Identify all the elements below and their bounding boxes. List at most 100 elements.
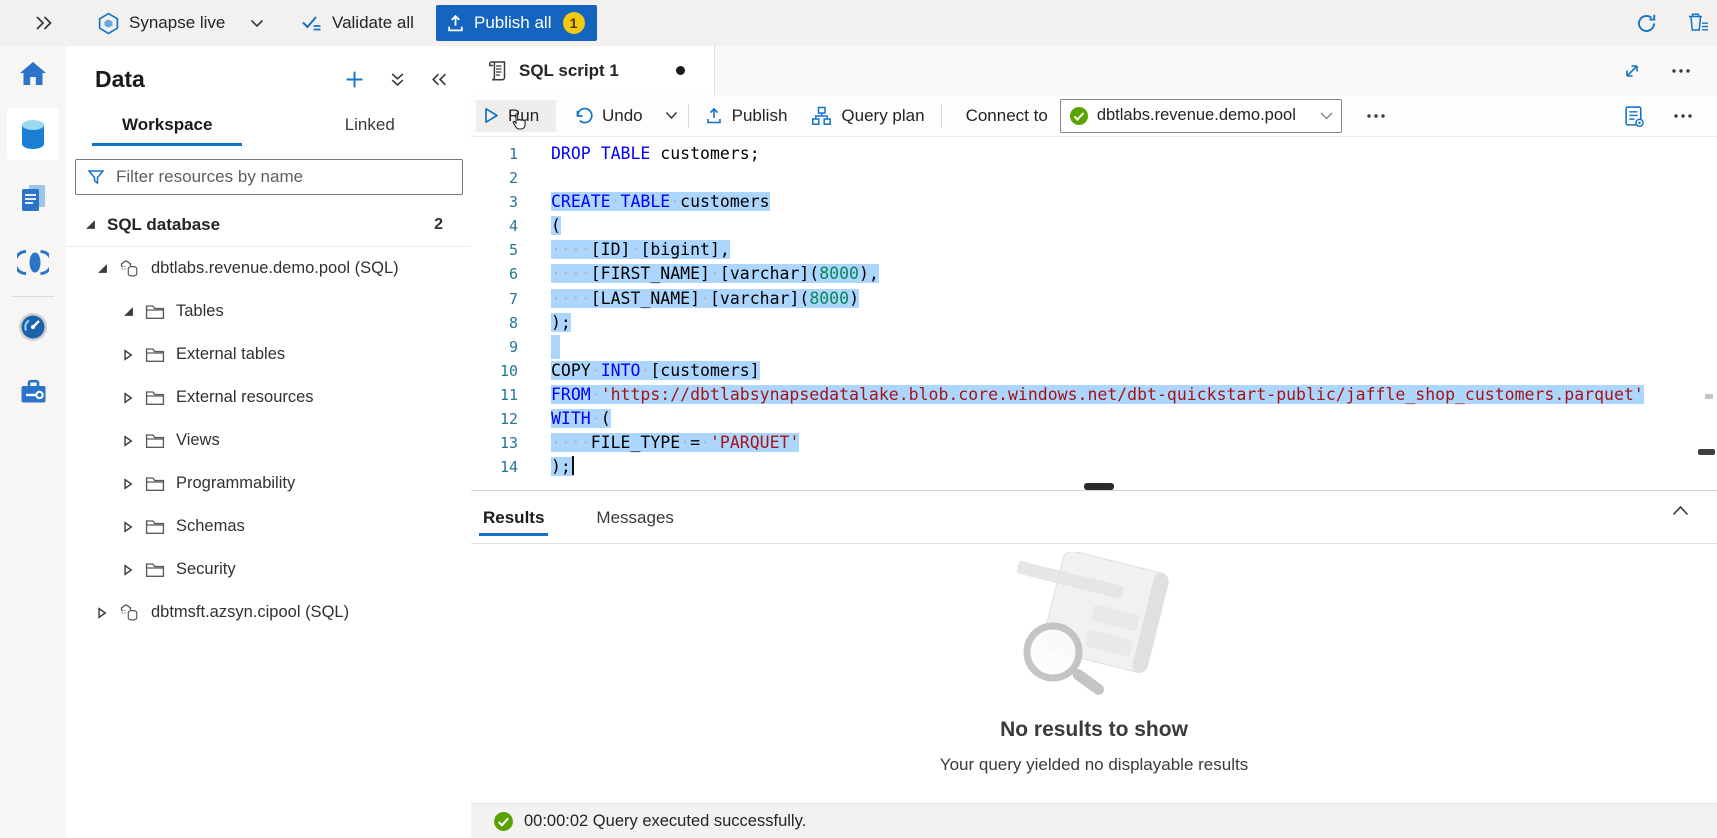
code-line[interactable]: 11FROM·'https://dbtlabsynapsedatalake.bl…	[471, 383, 1717, 407]
tree-item[interactable]: dbtlabs.revenue.demo.pool (SQL)	[66, 247, 471, 290]
collapse-results-icon[interactable]	[1666, 504, 1695, 517]
empty-results-subtitle: Your query yielded no displayable result…	[940, 755, 1248, 775]
tab-messages[interactable]: Messages	[592, 492, 677, 543]
tree-item-label: dbtlabs.revenue.demo.pool (SQL)	[151, 259, 399, 278]
tab-sql-script[interactable]: SQL script 1	[471, 46, 715, 95]
run-button[interactable]: Run	[476, 100, 556, 132]
run-play-icon	[484, 107, 499, 124]
run-label: Run	[508, 106, 539, 126]
connect-more-icon[interactable]	[1364, 111, 1388, 121]
expand-node-icon[interactable]	[122, 521, 134, 533]
tree-item[interactable]: External tables	[66, 333, 471, 376]
code-line[interactable]: 1DROP TABLE customers;	[471, 142, 1717, 166]
results-empty-state: No results to show Your query yielded no…	[471, 544, 1717, 803]
line-number: 12	[471, 407, 518, 431]
code-editor[interactable]: 1DROP TABLE customers;23CREATE·TABLE·cus…	[471, 137, 1717, 489]
collapse-panel-icon[interactable]	[429, 70, 449, 89]
home-icon[interactable]	[7, 47, 59, 99]
publish-label: Publish	[732, 106, 788, 126]
tree-item-label: Views	[176, 431, 220, 450]
expand-panel-icon[interactable]	[32, 0, 56, 46]
line-number: 9	[471, 335, 518, 359]
tree-item-label: Programmability	[176, 474, 295, 493]
expand-node-icon[interactable]	[122, 435, 134, 447]
code-line[interactable]: 5····[ID]·[bigint],	[471, 238, 1717, 262]
tree-item-label: External tables	[176, 345, 285, 364]
code-line[interactable]: 4(	[471, 214, 1717, 238]
develop-icon[interactable]	[7, 172, 59, 224]
line-number: 4	[471, 214, 518, 238]
tree-item[interactable]: Security	[66, 548, 471, 591]
code-line[interactable]: 14);	[471, 455, 1717, 479]
expand-node-icon[interactable]	[122, 392, 134, 404]
tree-item-label: Schemas	[176, 517, 245, 536]
tree-item-count: 2	[434, 216, 443, 234]
folder-icon	[145, 390, 165, 406]
editor-scrollbar[interactable]	[1698, 449, 1715, 455]
splitter-handle[interactable]	[1084, 483, 1114, 490]
tab-results[interactable]: Results	[479, 492, 548, 543]
properties-icon[interactable]	[1622, 103, 1647, 130]
expand-editor-icon[interactable]	[1621, 60, 1643, 82]
tree-item[interactable]: SQL database2	[66, 203, 471, 247]
undo-button[interactable]: Undo	[566, 100, 651, 132]
folder-icon	[145, 519, 165, 535]
tree-item[interactable]: External resources	[66, 376, 471, 419]
expand-node-icon[interactable]	[122, 478, 134, 490]
code-line[interactable]: 13····FILE_TYPE·=·'PARQUET'	[471, 431, 1717, 455]
integrate-icon[interactable]	[7, 236, 59, 288]
panel-title: Data	[95, 66, 145, 93]
success-check-icon	[493, 811, 514, 832]
tree-item[interactable]: dbtmsft.azsyn.cipool (SQL)	[66, 591, 471, 634]
code-line[interactable]: 2	[471, 166, 1717, 190]
expand-node-icon[interactable]	[122, 349, 134, 361]
publish-icon	[705, 107, 723, 125]
code-line[interactable]: 12WITH·(	[471, 407, 1717, 431]
refresh-icon[interactable]	[1633, 0, 1660, 46]
editor-more-actions-icon[interactable]	[1671, 111, 1695, 121]
tree-item[interactable]: Schemas	[66, 505, 471, 548]
text-cursor	[572, 456, 574, 475]
line-number: 14	[471, 455, 518, 479]
filter-input[interactable]	[114, 166, 462, 188]
doc-tab-label: SQL script 1	[519, 61, 619, 81]
tab-more-actions-icon[interactable]	[1669, 66, 1693, 76]
double-chevron-down-icon[interactable]	[388, 70, 407, 89]
code-line-text: ····FILE_TYPE·=·'PARQUET'	[518, 431, 799, 455]
mode-chevron-down-icon[interactable]	[248, 0, 266, 46]
monitor-icon[interactable]	[7, 301, 59, 353]
data-icon[interactable]	[7, 108, 59, 160]
query-plan-button[interactable]: Query plan	[803, 100, 932, 132]
code-line[interactable]: 10COPY·INTO·[customers]	[471, 359, 1717, 383]
validate-all-button[interactable]: Validate all	[300, 0, 414, 46]
add-resource-icon[interactable]	[343, 68, 366, 91]
collapse-node-icon[interactable]	[122, 306, 134, 317]
connection-ok-icon	[1069, 106, 1089, 126]
folder-icon	[145, 347, 165, 363]
mode-switcher[interactable]: Synapse live	[97, 0, 225, 46]
expand-node-icon[interactable]	[122, 564, 134, 576]
discard-all-icon[interactable]	[1684, 0, 1712, 46]
code-line[interactable]: 6····[FIRST_NAME]·[varchar](8000),	[471, 262, 1717, 286]
connection-dropdown[interactable]: dbtlabs.revenue.demo.pool	[1060, 99, 1342, 133]
tab-linked[interactable]: Linked	[269, 104, 472, 146]
code-line-text: CREATE·TABLE·customers	[518, 190, 770, 214]
publish-all-button[interactable]: Publish all 1	[436, 5, 597, 41]
code-line[interactable]: 3CREATE·TABLE·customers	[471, 190, 1717, 214]
code-line[interactable]: 7····[LAST_NAME]·[varchar](8000)	[471, 287, 1717, 311]
tree-item[interactable]: Tables	[66, 290, 471, 333]
folder-icon	[145, 433, 165, 449]
manage-icon[interactable]	[7, 365, 59, 417]
run-options-chevron-icon[interactable]	[663, 109, 680, 122]
expand-node-icon[interactable]	[96, 607, 108, 619]
tab-workspace[interactable]: Workspace	[66, 104, 269, 146]
collapse-node-icon[interactable]	[96, 263, 108, 274]
code-line[interactable]: 8);	[471, 311, 1717, 335]
collapse-node-icon[interactable]	[84, 219, 96, 230]
tree-item[interactable]: Programmability	[66, 462, 471, 505]
code-line-text: ····[ID]·[bigint],	[518, 238, 730, 262]
publish-all-label: Publish all	[474, 13, 552, 33]
publish-button[interactable]: Publish	[697, 100, 796, 132]
code-line[interactable]: 9	[471, 335, 1717, 359]
tree-item[interactable]: Views	[66, 419, 471, 462]
